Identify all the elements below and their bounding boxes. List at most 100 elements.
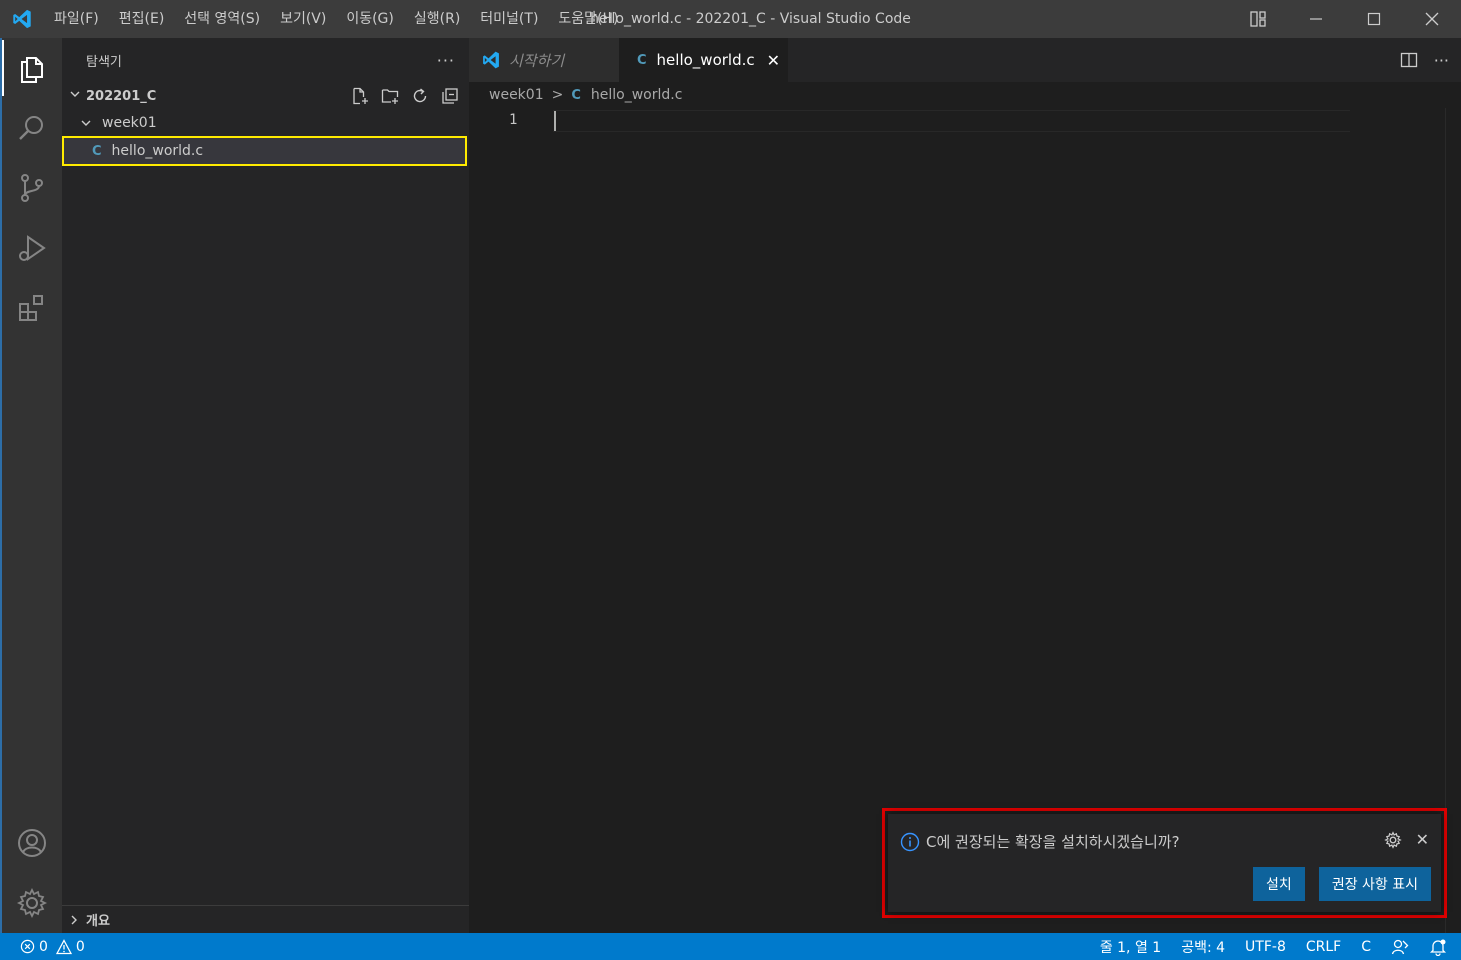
layout-icon [1250, 11, 1266, 27]
maximize-icon [1367, 12, 1381, 26]
refresh-button[interactable] [409, 85, 431, 107]
menu-help[interactable]: 도움말(H) [548, 0, 628, 38]
folder-actions [349, 84, 461, 108]
tree-folder-week01[interactable]: week01 [62, 111, 469, 135]
tab-label: hello_world.c [656, 51, 755, 69]
notification-actions: 설치 권장 사항 표시 [1253, 867, 1431, 901]
gear-icon[interactable] [1383, 830, 1402, 849]
install-button[interactable]: 설치 [1253, 867, 1305, 901]
notification-controls: ✕ [1383, 830, 1429, 849]
close-tab-icon[interactable]: ✕ [767, 51, 780, 70]
workspace-folder-name: 202201_C [86, 88, 157, 104]
warning-count: 0 [75, 938, 85, 955]
more-actions-icon[interactable]: ··· [437, 51, 455, 70]
close-notification-icon[interactable]: ✕ [1416, 830, 1429, 849]
chevron-down-icon [64, 88, 86, 104]
run-debug-icon [19, 235, 46, 261]
tree-folder-label: week01 [102, 115, 157, 131]
collapse-all-button[interactable] [439, 85, 461, 107]
status-bar: 0 0 줄 1, 열 1 공백: 4 UTF-8 CRLF C [0, 933, 1461, 960]
activity-bar [0, 38, 62, 933]
extensions-activity[interactable] [2, 280, 62, 336]
notification-message: C에 권장되는 확장을 설치하시겠습니까? [900, 831, 1180, 852]
chevron-right-icon [68, 914, 80, 926]
manage-activity[interactable] [2, 875, 62, 931]
tab-hello-world[interactable]: C hello_world.c ✕ [619, 38, 788, 82]
minimize-icon [1310, 18, 1322, 20]
notification-text: C에 권장되는 확장을 설치하시겠습니까? [926, 833, 1180, 851]
menu-edit[interactable]: 편집(E) [109, 0, 175, 38]
error-icon [20, 939, 35, 954]
text-cursor [554, 111, 556, 131]
maximize-button[interactable] [1345, 0, 1403, 38]
menu-file[interactable]: 파일(F) [44, 0, 109, 38]
close-icon [1425, 12, 1439, 26]
files-icon [21, 57, 43, 83]
tree-file-hello-world[interactable]: C hello_world.c [62, 136, 467, 166]
explorer-activity[interactable] [2, 40, 62, 96]
split-editor-icon[interactable] [1400, 51, 1418, 69]
menu-bar: 파일(F) 편집(E) 선택 영역(S) 보기(V) 이동(G) 실행(R) 터… [44, 0, 629, 38]
c-file-icon: C [571, 87, 581, 103]
end-of-line[interactable]: CRLF [1306, 939, 1341, 955]
c-file-icon: C [637, 52, 647, 68]
breadcrumb-folder[interactable]: week01 [489, 87, 544, 103]
menu-terminal[interactable]: 터미널(T) [470, 0, 548, 38]
minimize-button[interactable] [1287, 0, 1345, 38]
title-bar: 파일(F) 편집(E) 선택 영역(S) 보기(V) 이동(G) 실행(R) 터… [0, 0, 1461, 38]
line-number: 1 [509, 112, 518, 128]
search-activity[interactable] [2, 100, 62, 156]
vscode-logo-icon [481, 50, 501, 70]
run-debug-activity[interactable] [2, 220, 62, 276]
menu-run[interactable]: 실행(R) [404, 0, 470, 38]
menu-selection[interactable]: 선택 영역(S) [174, 0, 270, 38]
tab-welcome[interactable]: 시작하기 [469, 38, 619, 82]
show-recommendations-button[interactable]: 권장 사항 표시 [1318, 867, 1431, 901]
refresh-icon [413, 88, 427, 103]
status-bar-right: 줄 1, 열 1 공백: 4 UTF-8 CRLF C [1100, 933, 1447, 960]
notification-toast: C에 권장되는 확장을 설치하시겠습니까? ✕ 설치 권장 사항 표시 [888, 814, 1441, 912]
close-window-button[interactable] [1403, 0, 1461, 38]
error-count: 0 [39, 938, 48, 955]
encoding[interactable]: UTF-8 [1245, 939, 1286, 955]
menu-view[interactable]: 보기(V) [270, 0, 336, 38]
source-control-activity[interactable] [2, 160, 62, 216]
more-actions-icon[interactable]: ··· [1434, 51, 1449, 70]
tab-label: 시작하기 [509, 51, 565, 70]
chevron-down-icon [80, 117, 96, 129]
workspace-folder[interactable]: 202201_C [62, 84, 469, 108]
c-file-icon: C [92, 143, 102, 159]
editor-actions: ··· [1400, 38, 1449, 82]
explorer-sidebar: 탐색기 ··· 202201_C week01 C hello_world.c … [62, 38, 469, 933]
gear-icon [16, 887, 48, 919]
indentation[interactable]: 공백: 4 [1181, 937, 1225, 957]
menu-go[interactable]: 이동(G) [336, 0, 404, 38]
breadcrumb-separator-icon: > [551, 87, 564, 103]
extensions-icon [19, 295, 43, 321]
breadcrumb: week01 > C hello_world.c [469, 82, 1461, 108]
editor-scrollbar[interactable] [1445, 108, 1461, 933]
source-control-icon [21, 174, 43, 202]
accounts-activity[interactable] [2, 815, 62, 871]
cursor-position[interactable]: 줄 1, 열 1 [1100, 937, 1161, 957]
problems-indicator[interactable]: 0 0 [0, 939, 85, 955]
outline-label: 개요 [86, 914, 110, 929]
current-line-highlight [553, 110, 1350, 132]
sidebar-title: 탐색기 [86, 54, 122, 70]
notifications-bell-icon[interactable] [1429, 938, 1447, 956]
new-folder-button[interactable] [379, 85, 401, 107]
outline-section[interactable]: 개요 [62, 905, 469, 933]
new-file-button[interactable] [349, 85, 371, 107]
language-mode[interactable]: C [1361, 939, 1371, 955]
search-icon [19, 116, 43, 140]
notification-highlight: C에 권장되는 확장을 설치하시겠습니까? ✕ 설치 권장 사항 표시 [882, 808, 1447, 918]
info-icon [900, 832, 920, 851]
breadcrumb-file[interactable]: hello_world.c [591, 87, 683, 103]
tree-file-label: hello_world.c [111, 143, 204, 159]
new-file-icon [353, 87, 368, 105]
warning-icon [55, 938, 72, 954]
tab-bar: 시작하기 C hello_world.c ✕ ··· [469, 38, 1461, 82]
feedback-icon[interactable] [1391, 938, 1409, 956]
collapse-all-icon [442, 88, 458, 104]
customize-layout-button[interactable] [1229, 0, 1287, 38]
